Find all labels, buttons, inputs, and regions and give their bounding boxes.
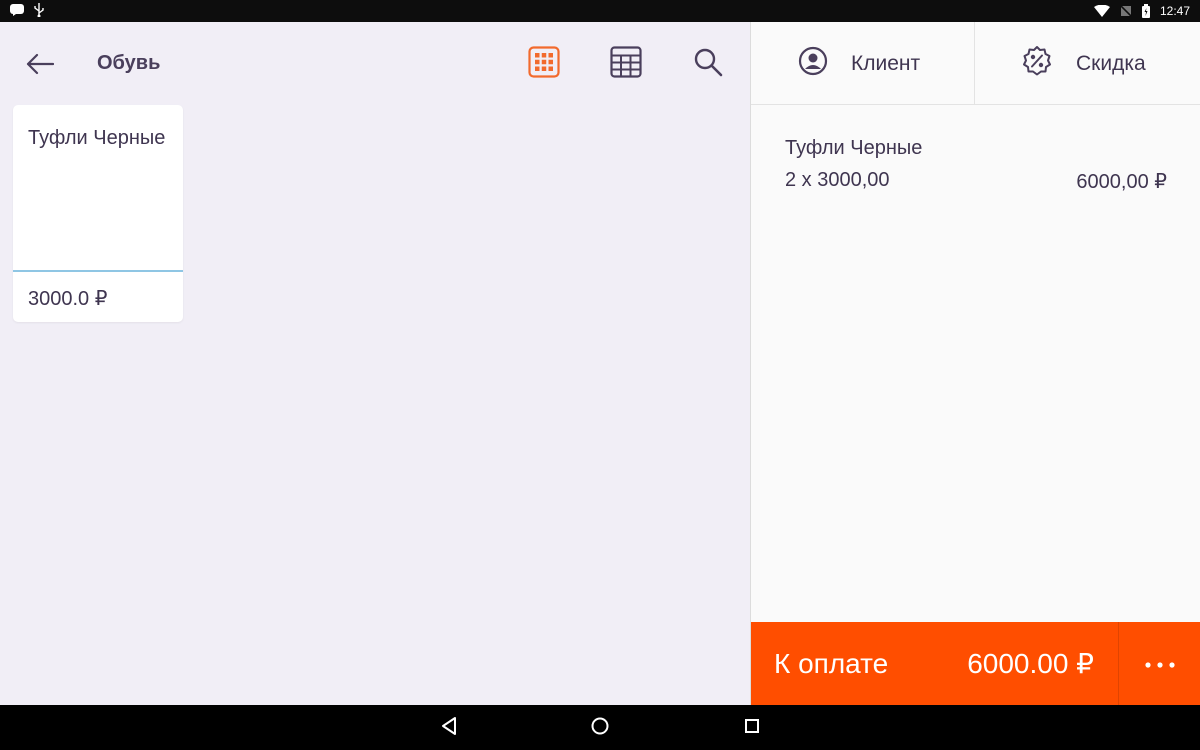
product-divider bbox=[13, 270, 183, 272]
catalog-panel: Обувь Туфли Черные 3000.0 ₽ bbox=[0, 22, 750, 705]
pay-button[interactable]: К оплате 6000.00 ₽ bbox=[751, 622, 1118, 705]
client-label: Клиент bbox=[851, 51, 921, 75]
pay-label: К оплате bbox=[774, 647, 889, 679]
nav-recents-button[interactable] bbox=[740, 716, 764, 740]
nav-back-icon bbox=[440, 716, 458, 741]
message-icon bbox=[10, 3, 24, 19]
product-price: 3000.0 ₽ bbox=[28, 288, 108, 310]
grid-view-icon bbox=[528, 45, 560, 83]
discount-label: Скидка bbox=[1076, 51, 1146, 75]
table-view-icon bbox=[610, 45, 642, 83]
order-item-name: Туфли Черные bbox=[785, 137, 923, 159]
page-title: Обувь bbox=[97, 52, 161, 74]
navigation-bar bbox=[0, 705, 1200, 750]
order-item-row: 2 x 3000,00 6000,00 ₽ bbox=[785, 169, 1167, 194]
catalog-toolbar: Обувь bbox=[0, 22, 750, 106]
user-circle-icon bbox=[798, 46, 828, 81]
order-item-total: 6000,00 ₽ bbox=[1076, 171, 1167, 193]
client-button[interactable]: Клиент bbox=[751, 22, 975, 105]
more-options-button[interactable] bbox=[1118, 622, 1200, 705]
nav-back-button[interactable] bbox=[437, 716, 461, 740]
status-time: 12:47 bbox=[1159, 4, 1190, 18]
product-card[interactable]: Туфли Черные 3000.0 ₽ bbox=[13, 105, 183, 322]
usb-icon bbox=[34, 2, 44, 20]
nav-home-icon bbox=[590, 716, 610, 741]
nav-recents-icon bbox=[743, 717, 761, 740]
table-view-button[interactable] bbox=[608, 45, 644, 83]
wifi-icon bbox=[1093, 5, 1110, 17]
no-sim-icon bbox=[1119, 5, 1132, 17]
back-button[interactable] bbox=[22, 48, 58, 84]
back-arrow-icon bbox=[26, 53, 55, 80]
order-item-qty-price: 2 x 3000,00 bbox=[785, 169, 890, 191]
payment-bar: К оплате 6000.00 ₽ bbox=[751, 622, 1200, 705]
grid-view-button[interactable] bbox=[526, 45, 562, 83]
receipt-panel: Клиент Скидка Туфли Черные 2 x 3000,00 6… bbox=[750, 22, 1200, 705]
battery-icon bbox=[1141, 4, 1150, 18]
discount-button[interactable]: Скидка bbox=[975, 22, 1200, 105]
receipt-header: Клиент Скидка bbox=[751, 22, 1200, 105]
search-icon bbox=[693, 47, 723, 82]
product-name: Туфли Черные bbox=[28, 127, 166, 149]
status-left bbox=[10, 2, 44, 20]
discount-badge-icon bbox=[1021, 45, 1053, 82]
status-bar: 12:47 bbox=[0, 0, 1200, 22]
search-button[interactable] bbox=[690, 46, 726, 82]
pay-amount: 6000.00 ₽ bbox=[967, 648, 1094, 679]
status-right: 12:47 bbox=[1093, 4, 1190, 18]
nav-home-button[interactable] bbox=[588, 716, 612, 740]
more-dots-icon bbox=[1145, 655, 1175, 673]
order-line-item[interactable]: Туфли Черные 2 x 3000,00 6000,00 ₽ bbox=[785, 135, 1167, 194]
